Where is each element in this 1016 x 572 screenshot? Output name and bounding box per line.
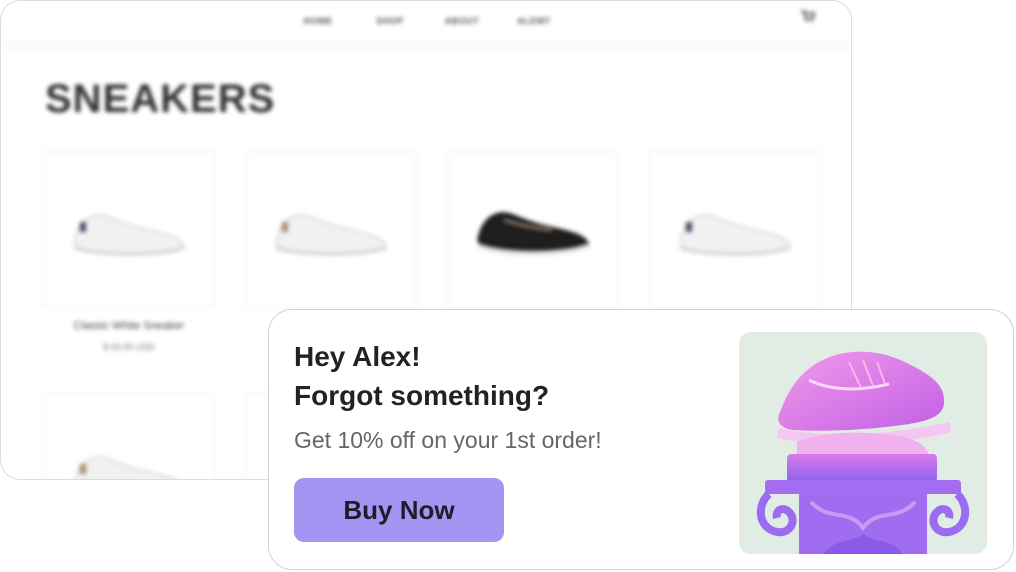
sneaker-pedestal-image [739, 332, 987, 554]
sneaker-image [679, 214, 791, 256]
product-card[interactable] [43, 393, 215, 479]
product-name: Classic White Sneaker [73, 320, 185, 332]
sneaker-image [477, 212, 589, 256]
product-card[interactable]: Classic White Sneaker $ 00.00 USD [43, 151, 215, 352]
cart-icon[interactable] [801, 10, 815, 22]
sneaker-image [275, 214, 387, 256]
product-card[interactable] [245, 151, 417, 307]
product-card[interactable] [447, 151, 619, 307]
popup-question: Forgot something? [294, 380, 550, 411]
sneaker-pedestal-illustration [756, 351, 970, 554]
offer-popup: Hey Alex! Forgot something? Get 10% off … [268, 309, 1014, 570]
nav-link-alert[interactable]: ALEMT [498, 16, 570, 26]
nav-link-about[interactable]: ABOUT [426, 16, 498, 26]
top-nav: HOME SHOP ABOUT ALEMT [1, 1, 851, 41]
buy-now-button[interactable]: Buy Now [294, 478, 504, 542]
nav-link-home[interactable]: HOME [282, 16, 354, 26]
sneaker-image [73, 214, 185, 256]
nav-link-shop[interactable]: SHOP [354, 16, 426, 26]
popup-offer-text: Get 10% off on your 1st order! [294, 427, 602, 453]
popup-greeting: Hey Alex! [294, 341, 421, 372]
product-price: $ 00.00 USD [103, 342, 155, 352]
sneaker-image [74, 456, 176, 479]
page-title: SNEAKERS [45, 77, 276, 121]
product-card[interactable] [649, 151, 821, 307]
